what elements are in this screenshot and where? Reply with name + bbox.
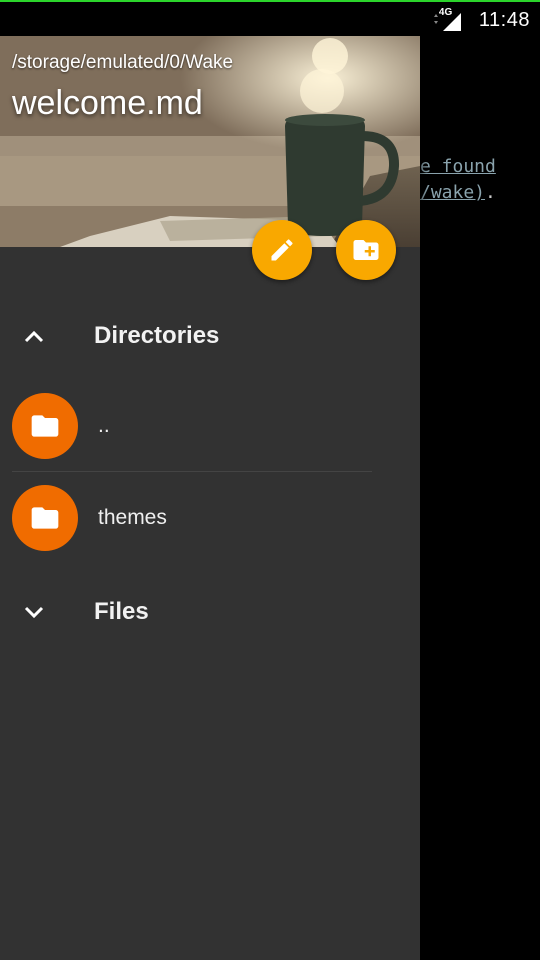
directories-section-header[interactable]: Directories xyxy=(0,306,420,366)
drawer-header: /storage/emulated/0/Wake welcome.md xyxy=(0,36,420,247)
editor-line-1: e found xyxy=(420,156,496,177)
directory-item-label: .. xyxy=(98,414,110,437)
editor-link-fragment-2: /wake) xyxy=(420,182,486,203)
cellular-signal-icon: 4G xyxy=(431,7,467,33)
chevron-up-icon xyxy=(0,329,90,343)
directory-item-label: themes xyxy=(98,506,167,529)
folder-icon xyxy=(12,393,78,459)
status-icons: 4G 11:48 xyxy=(431,4,530,36)
directories-section-title: Directories xyxy=(94,322,220,349)
files-section-title: Files xyxy=(94,598,149,625)
chevron-down-icon xyxy=(0,605,90,619)
current-directory-path: /storage/emulated/0/Wake xyxy=(12,52,234,73)
create-folder-button[interactable] xyxy=(336,220,396,280)
create-new-folder-icon xyxy=(353,240,379,260)
editor-trailing-period: . xyxy=(485,182,496,203)
pencil-icon xyxy=(271,239,293,261)
directory-item-parent[interactable]: .. xyxy=(0,380,420,472)
editor-link-fragment-1: e found xyxy=(420,156,496,177)
navigation-drawer[interactable]: /storage/emulated/0/Wake welcome.md Dire… xyxy=(0,36,420,960)
status-bar: 4G 11:48 xyxy=(0,0,540,36)
editor-line-2: /wake). xyxy=(420,182,496,203)
edit-file-button[interactable] xyxy=(252,220,312,280)
directory-item-themes[interactable]: themes xyxy=(0,472,420,564)
current-file-title: welcome.md xyxy=(12,84,203,122)
folder-icon xyxy=(12,485,78,551)
files-section-header[interactable]: Files xyxy=(0,582,420,642)
screen: 4G 11:48 e found /wake). /storage/emulat… xyxy=(0,0,540,960)
status-clock: 11:48 xyxy=(478,8,530,31)
